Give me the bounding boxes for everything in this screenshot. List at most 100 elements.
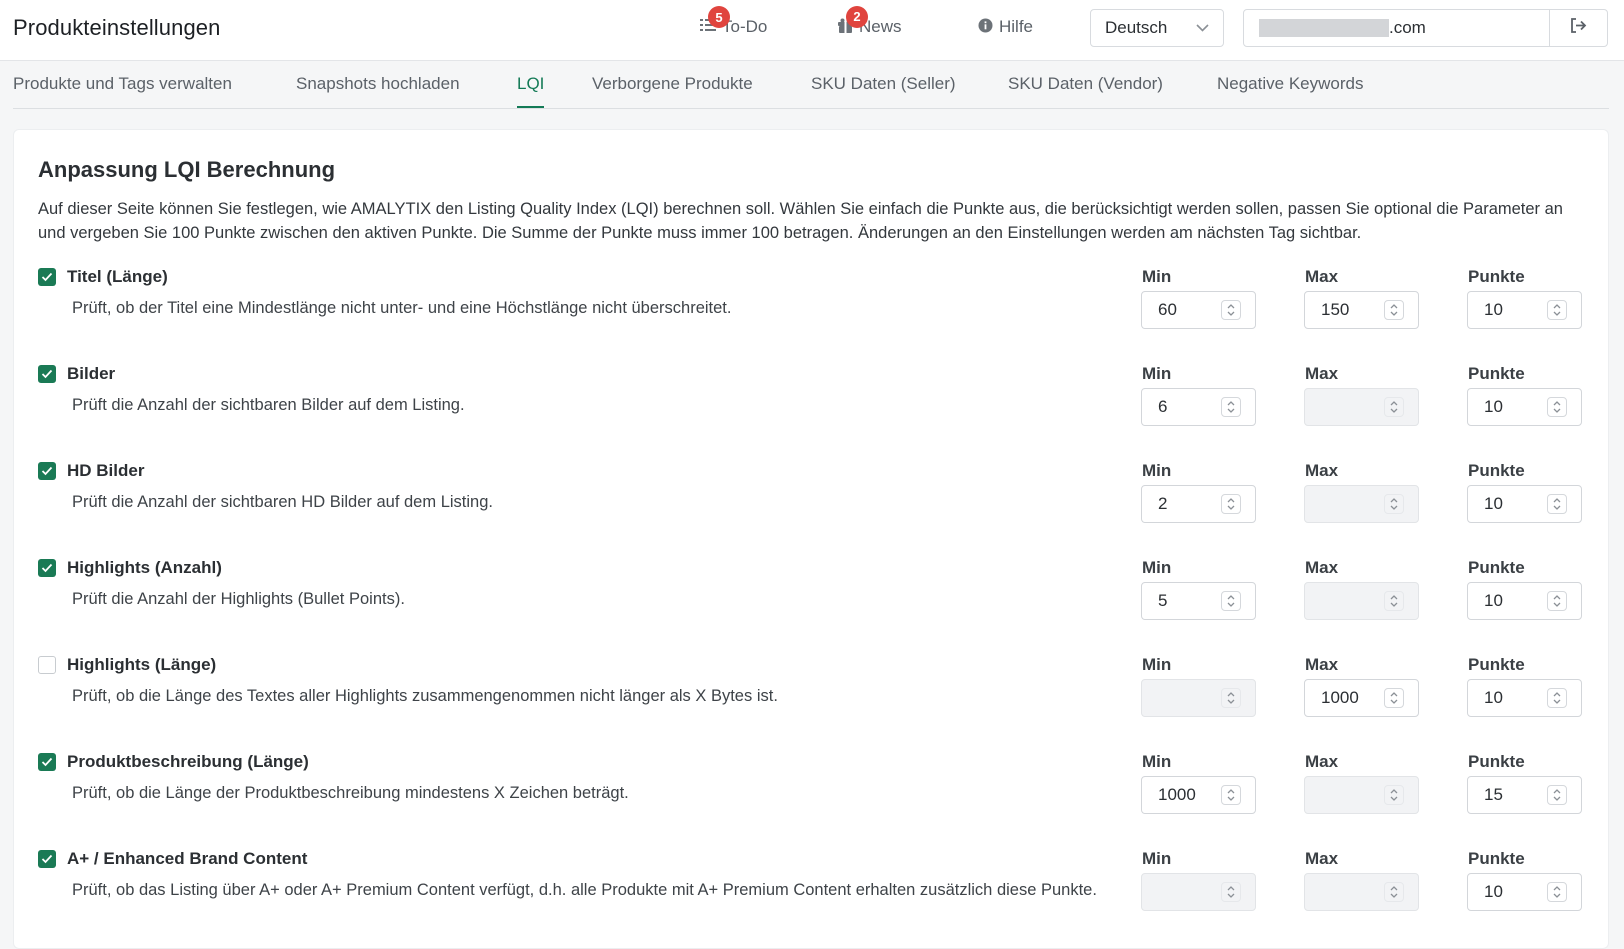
spinner-arrows-icon[interactable] — [1384, 300, 1404, 320]
criterion-label: Titel (Länge) — [67, 267, 168, 286]
min-label: Min — [1142, 752, 1172, 771]
criterion-row-hd-bilder: HD Bilder Prüft die Anzahl der sichtbaren… — [14, 457, 1610, 554]
max-input — [1304, 388, 1419, 426]
criterion-checkbox[interactable] — [38, 850, 56, 868]
criterion-row-produktbeschreibung-laenge: Produktbeschreibung (Länge) Prüft, ob die… — [14, 748, 1610, 845]
criterion-checkbox[interactable] — [38, 753, 56, 771]
account-domain-suffix: .com — [1389, 18, 1426, 37]
points-label: Punkte — [1468, 267, 1525, 286]
points-label: Punkte — [1468, 461, 1525, 480]
help-link[interactable]: Hilfe — [978, 17, 1033, 37]
page-title: Produkteinstellungen — [13, 15, 221, 40]
min-input[interactable]: 5 — [1141, 582, 1256, 620]
min-input[interactable]: 6 — [1141, 388, 1256, 426]
gift-icon: 2 — [838, 5, 868, 37]
criterion-description: Prüft die Anzahl der sichtbaren Bilder a… — [72, 396, 465, 414]
min-value: 60 — [1158, 300, 1177, 319]
criterion-checkbox[interactable] — [38, 656, 56, 674]
spinner-arrows-icon[interactable] — [1221, 591, 1241, 611]
spinner-arrows-icon[interactable] — [1221, 300, 1241, 320]
spinner-arrows-icon — [1384, 397, 1404, 417]
spinner-arrows-icon[interactable] — [1547, 688, 1567, 708]
points-input[interactable]: 10 — [1467, 582, 1582, 620]
points-input[interactable]: 10 — [1467, 485, 1582, 523]
points-value: 15 — [1484, 785, 1503, 804]
min-input[interactable]: 2 — [1141, 485, 1256, 523]
checkmark-icon — [41, 466, 53, 476]
points-value: 10 — [1484, 688, 1503, 707]
spinner-arrows-icon[interactable] — [1547, 494, 1567, 514]
spinner-arrows-icon[interactable] — [1547, 785, 1567, 805]
news-link[interactable]: 2 News — [838, 5, 902, 37]
spinner-arrows-icon[interactable] — [1221, 785, 1241, 805]
criterion-checkbox[interactable] — [38, 268, 56, 286]
chevron-down-icon — [1196, 21, 1209, 35]
spinner-arrows-icon[interactable] — [1221, 397, 1241, 417]
max-input — [1304, 485, 1419, 523]
spinner-arrows-icon — [1384, 785, 1404, 805]
points-value: 10 — [1484, 882, 1503, 901]
points-label: Punkte — [1468, 558, 1525, 577]
points-input[interactable]: 10 — [1467, 291, 1582, 329]
card-title: Anpassung LQI Berechnung — [38, 157, 336, 182]
points-input[interactable]: 15 — [1467, 776, 1582, 814]
spinner-arrows-icon[interactable] — [1384, 688, 1404, 708]
spinner-arrows-icon — [1384, 882, 1404, 902]
tab-sku-seller[interactable]: SKU Daten (Seller) — [811, 74, 956, 94]
max-input — [1304, 873, 1419, 911]
max-label: Max — [1305, 461, 1339, 480]
tab-produkte-tags[interactable]: Produkte und Tags verwalten — [13, 74, 232, 94]
checkmark-icon — [41, 563, 53, 573]
points-input[interactable]: 10 — [1467, 873, 1582, 911]
card-description: Auf dieser Seite können Sie festlegen, w… — [38, 200, 1563, 242]
points-value: 10 — [1484, 494, 1503, 513]
info-icon — [978, 18, 993, 37]
max-input — [1304, 776, 1419, 814]
tab-negative-keywords[interactable]: Negative Keywords — [1217, 74, 1363, 94]
max-value: 150 — [1321, 300, 1350, 319]
tab-verborgene-produkte[interactable]: Verborgene Produkte — [592, 74, 753, 94]
points-input[interactable]: 10 — [1467, 679, 1582, 717]
points-label: Punkte — [1468, 364, 1525, 383]
points-value: 10 — [1484, 591, 1503, 610]
criterion-checkbox[interactable] — [38, 462, 56, 480]
max-label: Max — [1305, 364, 1339, 383]
min-label: Min — [1142, 849, 1172, 868]
checkmark-icon — [41, 369, 53, 379]
spinner-arrows-icon[interactable] — [1547, 300, 1567, 320]
criterion-label: Highlights (Anzahl) — [67, 558, 222, 577]
criterion-checkbox[interactable] — [38, 365, 56, 383]
criterion-label: Highlights (Länge) — [67, 655, 217, 674]
max-label: Max — [1305, 267, 1339, 286]
max-input[interactable]: 150 — [1304, 291, 1419, 329]
min-label: Min — [1142, 655, 1172, 674]
spinner-arrows-icon[interactable] — [1221, 494, 1241, 514]
logout-button[interactable] — [1549, 10, 1607, 46]
help-label: Hilfe — [999, 17, 1034, 36]
settings-tabs: Produkte und Tags verwalten Snapshots ho… — [13, 61, 1609, 109]
criterion-row-bilder: Bilder Prüft die Anzahl der sichtbaren Bi… — [14, 360, 1610, 457]
tab-snapshots[interactable]: Snapshots hochladen — [296, 74, 460, 94]
language-select[interactable]: Deutsch — [1090, 9, 1224, 47]
checkmark-icon — [41, 854, 53, 864]
min-input — [1141, 873, 1256, 911]
tab-sku-vendor[interactable]: SKU Daten (Vendor) — [1008, 74, 1163, 94]
points-input[interactable]: 10 — [1467, 388, 1582, 426]
min-input[interactable]: 1000 — [1141, 776, 1256, 814]
points-label: Punkte — [1468, 655, 1525, 674]
points-value: 10 — [1484, 300, 1503, 319]
tab-lqi[interactable]: LQI — [517, 74, 545, 108]
min-input[interactable]: 60 — [1141, 291, 1256, 329]
max-input[interactable]: 1000 — [1304, 679, 1419, 717]
max-value: 1000 — [1321, 688, 1359, 707]
points-label: Punkte — [1468, 849, 1525, 868]
todo-link[interactable]: 5 To-Do — [700, 6, 767, 37]
spinner-arrows-icon[interactable] — [1547, 591, 1567, 611]
criterion-checkbox[interactable] — [38, 559, 56, 577]
criterion-description: Prüft, ob die Länge der Produktbeschreib… — [72, 784, 629, 802]
spinner-arrows-icon[interactable] — [1547, 397, 1567, 417]
max-label: Max — [1305, 752, 1339, 771]
criterion-description: Prüft die Anzahl der sichtbaren HD Bilde… — [72, 493, 493, 511]
spinner-arrows-icon[interactable] — [1547, 882, 1567, 902]
min-label: Min — [1142, 461, 1172, 480]
